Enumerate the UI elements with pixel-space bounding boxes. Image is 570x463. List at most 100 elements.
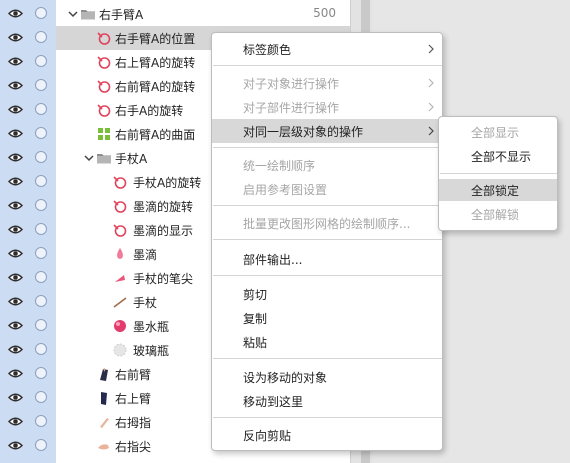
submenu-item-lock-all[interactable]: 全部锁定 xyxy=(439,179,557,201)
eye-icon[interactable] xyxy=(8,79,23,92)
menu-item-batch-mesh-order[interactable]: 批量更改图形网格的绘制顺序... xyxy=(212,211,442,235)
eye-icon[interactable] xyxy=(8,271,23,284)
lock-toggle[interactable] xyxy=(35,199,47,211)
upperarm-thumb-icon xyxy=(101,392,107,405)
eye-icon[interactable] xyxy=(8,415,23,428)
tree-row-label: 右手臂A的位置 xyxy=(115,32,196,46)
lock-toggle[interactable] xyxy=(35,175,47,187)
menu-item-set-move-target[interactable]: 设为移动的对象 xyxy=(212,365,442,389)
tree-row-label: 墨滴的旋转 xyxy=(133,200,194,214)
tree-row-label: 右前臂 xyxy=(115,368,152,382)
lock-toggle[interactable] xyxy=(35,31,47,43)
eye-icon[interactable] xyxy=(8,295,23,308)
eye-icon[interactable] xyxy=(8,55,23,68)
chevron-down-icon[interactable] xyxy=(68,9,78,19)
submenu-item-label: 全部锁定 xyxy=(471,184,520,198)
menu-item-label-color[interactable]: 标签颜色 xyxy=(212,37,442,61)
submenu-item-hide-all[interactable]: 全部不显示 xyxy=(439,145,557,167)
menu-item-operate-same-level[interactable]: 对同一层级对象的操作 xyxy=(212,119,442,143)
eye-icon[interactable] xyxy=(8,199,23,212)
tree-row-folder[interactable]: 右手臂A 500 xyxy=(0,2,350,26)
eye-icon[interactable] xyxy=(8,151,23,164)
menu-item-copy[interactable]: 复制 xyxy=(212,306,442,330)
tree-row-label: 玻璃瓶 xyxy=(133,344,170,358)
lock-toggle[interactable] xyxy=(35,415,47,427)
lock-toggle[interactable] xyxy=(35,391,47,403)
eye-icon[interactable] xyxy=(8,7,23,20)
chevron-right-icon xyxy=(428,78,434,88)
cane-icon xyxy=(113,297,127,308)
menu-item-label: 粘贴 xyxy=(243,336,268,350)
forearm-thumb-icon xyxy=(100,368,108,381)
eye-icon[interactable] xyxy=(8,223,23,236)
ink-drop-icon xyxy=(117,248,123,259)
pen-tip-icon xyxy=(115,275,125,282)
tree-row-label: 手杖A的旋转 xyxy=(133,176,202,190)
submenu-item-label: 全部显示 xyxy=(471,126,520,140)
tree-row-label: 墨滴的显示 xyxy=(133,224,194,238)
eye-icon[interactable] xyxy=(8,247,23,260)
menu-separator xyxy=(213,65,442,66)
tree-row-label: 右前臂A的曲面 xyxy=(115,128,196,142)
rotation-deformer-icon xyxy=(113,224,127,237)
menu-item-unify-draw-order[interactable]: 统一绘制顺序 xyxy=(212,153,442,177)
eye-icon[interactable] xyxy=(8,439,23,452)
menu-item-label: 剪切 xyxy=(243,288,268,302)
lock-toggle[interactable] xyxy=(35,319,47,331)
lock-toggle[interactable] xyxy=(35,247,47,259)
lock-toggle[interactable] xyxy=(35,295,47,307)
menu-item-paste[interactable]: 粘贴 xyxy=(212,330,442,354)
submenu-item-unlock-all[interactable]: 全部解锁 xyxy=(439,203,557,225)
tree-row-label: 手杖的笔尖 xyxy=(133,272,194,286)
tree-row-label: 右前臂A的旋转 xyxy=(115,80,196,94)
tree-row-label: 右上臂 xyxy=(115,392,152,406)
menu-item-label: 反向剪贴 xyxy=(243,429,292,443)
eye-icon[interactable] xyxy=(8,391,23,404)
chevron-right-icon xyxy=(428,126,434,136)
menu-item-operate-children[interactable]: 对子对象进行操作 xyxy=(212,71,442,95)
eye-icon[interactable] xyxy=(8,127,23,140)
submenu-item-show-all[interactable]: 全部显示 xyxy=(439,121,557,143)
menu-item-label: 部件输出... xyxy=(243,253,303,267)
lock-toggle[interactable] xyxy=(35,439,47,451)
lock-toggle[interactable] xyxy=(35,343,47,355)
menu-item-cut[interactable]: 剪切 xyxy=(212,282,442,306)
eye-icon[interactable] xyxy=(8,319,23,332)
folder-icon xyxy=(81,10,95,20)
menu-separator xyxy=(213,147,442,148)
eye-icon[interactable] xyxy=(8,367,23,380)
lock-toggle[interactable] xyxy=(35,55,47,67)
lock-toggle[interactable] xyxy=(35,103,47,115)
eye-icon[interactable] xyxy=(8,103,23,116)
menu-item-reference-settings[interactable]: 启用参考图设置 xyxy=(212,177,442,201)
menu-item-label: 批量更改图形网格的绘制顺序... xyxy=(243,217,411,231)
context-menu: 标签颜色 对子对象进行操作 对子部件进行操作 对同一层级对象的操作 统一绘制顺序… xyxy=(211,32,443,451)
folder-icon xyxy=(97,154,111,164)
chevron-down-icon[interactable] xyxy=(84,153,94,163)
lock-toggle[interactable] xyxy=(35,223,47,235)
tree-row-label: 右指尖 xyxy=(115,440,152,454)
menu-item-part-output[interactable]: 部件输出... xyxy=(212,247,442,271)
menu-item-move-here[interactable]: 移动到这里 xyxy=(212,389,442,413)
lock-toggle[interactable] xyxy=(35,79,47,91)
tree-row-label: 右手A的旋转 xyxy=(115,104,184,118)
menu-item-label: 复制 xyxy=(243,312,268,326)
lock-toggle[interactable] xyxy=(35,127,47,139)
menu-item-operate-child-parts[interactable]: 对子部件进行操作 xyxy=(212,95,442,119)
glass-bottle-icon xyxy=(113,343,127,357)
rotation-deformer-icon xyxy=(97,56,111,69)
eye-icon[interactable] xyxy=(8,343,23,356)
menu-item-inverse-clip[interactable]: 反向剪贴 xyxy=(212,423,442,447)
tree-row-label: 手杖 xyxy=(133,296,158,310)
tree-row-label: 右手臂A xyxy=(99,8,144,22)
eye-icon[interactable] xyxy=(8,31,23,44)
menu-item-label: 标签颜色 xyxy=(243,43,292,57)
lock-toggle[interactable] xyxy=(35,151,47,163)
rotation-deformer-icon xyxy=(113,200,127,213)
submenu-item-label: 全部不显示 xyxy=(471,150,532,164)
draw-order-value: 500 xyxy=(313,6,336,20)
lock-toggle[interactable] xyxy=(35,367,47,379)
lock-toggle[interactable] xyxy=(35,271,47,283)
eye-icon[interactable] xyxy=(8,175,23,188)
lock-toggle[interactable] xyxy=(35,7,47,19)
